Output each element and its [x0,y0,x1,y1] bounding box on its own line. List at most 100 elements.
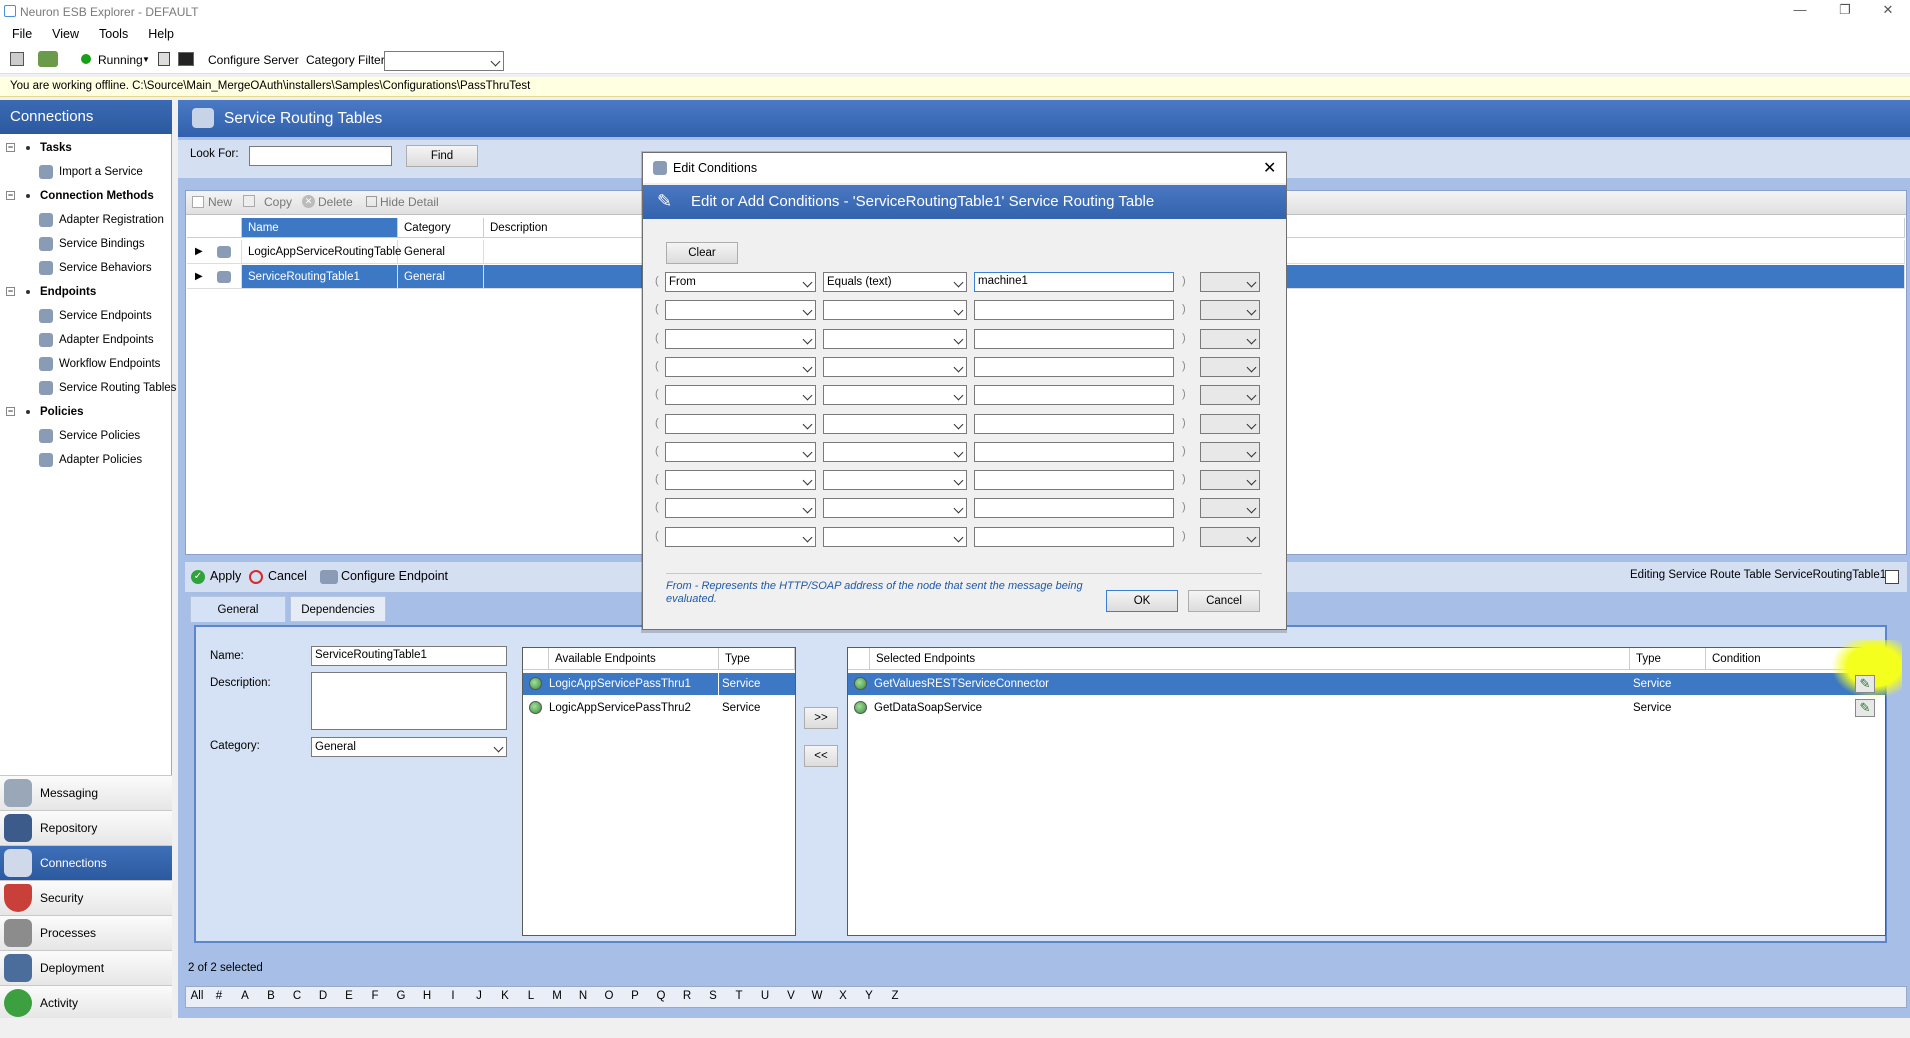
console-icon[interactable] [178,52,194,66]
alphabet-letter[interactable]: T [726,990,752,1002]
close-paren[interactable]: ) [1182,445,1186,457]
apply-button[interactable]: Apply [210,569,241,583]
open-paren[interactable]: ( [655,530,659,542]
condition-value-input[interactable] [974,385,1174,405]
tree-group[interactable]: − Policies [6,402,83,422]
cell-category[interactable]: General [398,240,484,264]
condition-value-input[interactable] [974,470,1174,490]
open-paren[interactable]: ( [655,360,659,372]
condition-join-select[interactable] [1200,357,1260,377]
alphabet-letter[interactable]: H [414,990,440,1002]
condition-operator-select[interactable] [823,357,967,377]
open-paren[interactable]: ( [655,445,659,457]
close-paren[interactable]: ) [1182,473,1186,485]
collapse-icon[interactable]: − [6,407,15,416]
look-for-input[interactable] [249,146,392,166]
condition-value-input[interactable] [974,329,1174,349]
open-paren[interactable]: ( [655,303,659,315]
alphabet-letter[interactable]: V [778,990,804,1002]
alphabet-letter[interactable]: M [544,990,570,1002]
alphabet-letter[interactable]: G [388,990,414,1002]
condition-field-select[interactable]: From [665,272,816,292]
document-icon[interactable] [158,52,170,66]
open-paren[interactable]: ( [655,417,659,429]
condition-join-select[interactable] [1200,300,1260,320]
configure-endpoint-button[interactable]: Configure Endpoint [341,569,448,583]
condition-field-select[interactable] [665,329,816,349]
condition-join-select[interactable] [1200,414,1260,434]
alphabet-letter[interactable]: F [362,990,388,1002]
condition-operator-select[interactable] [823,498,967,518]
menu-help[interactable]: Help [136,24,182,41]
condition-join-select[interactable] [1200,527,1260,547]
nav-processes[interactable]: Processes [0,915,172,950]
condition-field-select[interactable] [665,527,816,547]
configure-server-button[interactable]: Configure Server [208,50,299,70]
alphabet-letter[interactable]: E [336,990,362,1002]
alphabet-letter[interactable]: S [700,990,726,1002]
row-selector[interactable]: ▶ [187,265,242,289]
alphabet-letter[interactable]: K [492,990,518,1002]
alphabet-letter[interactable]: U [752,990,778,1002]
menu-tools[interactable]: Tools [87,24,136,41]
condition-field-select[interactable] [665,357,816,377]
available-endpoint-item[interactable]: LogicAppServicePassThru2 [523,697,718,719]
connect-icon[interactable] [38,51,58,67]
tree-item[interactable]: Service Routing Tables [39,378,176,398]
tree-group[interactable]: − Endpoints [6,282,96,302]
alphabet-letter[interactable]: I [440,990,466,1002]
edit-condition-icon[interactable]: ✎ [1855,699,1875,717]
tree-item[interactable]: Service Endpoints [39,306,152,326]
restore-button[interactable]: ❐ [1825,2,1865,20]
condition-field-select[interactable] [665,442,816,462]
condition-operator-select[interactable]: Equals (text) [823,272,967,292]
close-paren[interactable]: ) [1182,417,1186,429]
alphabet-letter[interactable]: B [258,990,284,1002]
condition-field-select[interactable] [665,414,816,434]
tree-item[interactable]: Workflow Endpoints [39,354,160,374]
alphabet-letter[interactable]: W [804,990,830,1002]
close-paren[interactable]: ) [1182,275,1186,287]
nav-connections[interactable]: Connections [0,845,172,880]
condition-value-input[interactable] [974,498,1174,518]
open-paren[interactable]: ( [655,388,659,400]
column-category[interactable]: Category [398,218,484,238]
hide-detail-button[interactable]: Hide Detail [380,195,439,209]
condition-operator-select[interactable] [823,414,967,434]
cell-category[interactable]: General [398,265,484,289]
close-icon[interactable]: ✕ [1263,158,1276,178]
open-paren[interactable]: ( [655,332,659,344]
close-paren[interactable]: ) [1182,501,1186,513]
open-paren[interactable]: ( [655,473,659,485]
clear-conditions-button[interactable]: Clear [666,242,738,264]
close-paren[interactable]: ) [1182,530,1186,542]
condition-join-select[interactable] [1200,498,1260,518]
condition-operator-select[interactable] [823,300,967,320]
running-status[interactable]: Running [98,50,143,70]
tab-general[interactable]: General [190,596,286,622]
condition-operator-select[interactable] [823,329,967,349]
row-expand-icon[interactable]: ▶ [195,240,203,264]
alphabet-letter[interactable]: D [310,990,336,1002]
row-expand-icon[interactable]: ▶ [195,265,203,289]
minimize-button[interactable]: — [1780,2,1820,20]
copy-button[interactable]: Copy [264,195,292,209]
condition-join-select[interactable] [1200,385,1260,405]
maximize-detail-icon[interactable] [1885,570,1899,584]
condition-operator-select[interactable] [823,527,967,547]
condition-join-select[interactable] [1200,470,1260,490]
tab-dependencies[interactable]: Dependencies [290,596,386,622]
nav-messaging[interactable]: Messaging [0,775,172,810]
available-endpoint-type[interactable]: Service [719,673,795,695]
nav-deployment[interactable]: Deployment [0,950,172,985]
category-select[interactable]: General [311,737,507,757]
alphabet-letter[interactable]: Q [648,990,674,1002]
tree-item[interactable]: Adapter Policies [39,450,142,470]
tree-group[interactable]: − Tasks [6,138,72,158]
tree-group[interactable]: − Connection Methods [6,186,154,206]
tree-item[interactable]: Service Policies [39,426,140,446]
collapse-icon[interactable]: − [6,143,15,152]
tree-item[interactable]: Service Behaviors [39,258,152,278]
collapse-icon[interactable]: − [6,287,15,296]
nav-activity[interactable]: Activity [0,985,172,1018]
